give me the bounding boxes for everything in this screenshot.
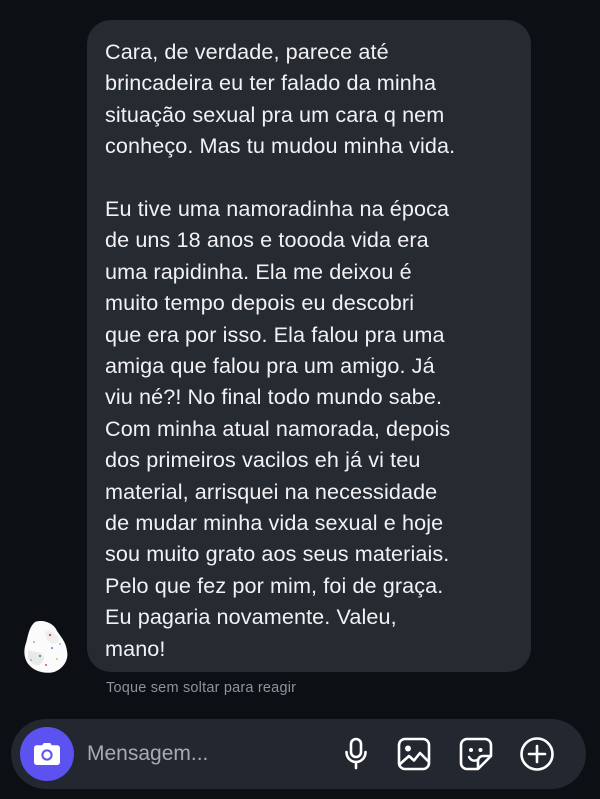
message-composer [11,719,586,789]
message-input[interactable] [87,739,327,769]
add-icon [520,737,554,771]
sender-avatar[interactable] [22,620,70,674]
camera-icon [34,743,60,765]
add-button[interactable] [519,736,555,772]
sticker-button[interactable] [458,736,494,772]
gallery-button[interactable] [396,736,432,772]
message-paragraph-2: Eu tive uma namoradinha na época de uns … [105,196,451,661]
microphone-button[interactable] [338,736,374,772]
sticker-icon [459,737,493,771]
reaction-hint: Toque sem soltar para reagir [106,680,297,696]
gallery-icon [397,737,431,771]
avatar-image [24,621,68,673]
microphone-icon [345,737,367,770]
received-message-bubble[interactable]: Cara, de verdade, parece até brincadeira… [87,20,531,672]
message-paragraph-1: Cara, de verdade, parece até brincadeira… [105,39,456,159]
camera-button[interactable] [20,727,74,781]
